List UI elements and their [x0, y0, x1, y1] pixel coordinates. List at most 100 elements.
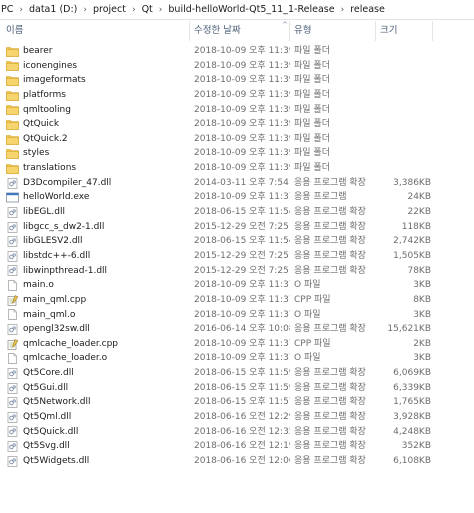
- file-row[interactable]: Qt5Svg.dll 2018-06-16 오전 12:19 응용 프로그램 확…: [0, 439, 474, 454]
- breadcrumb-item[interactable]: release: [349, 4, 386, 15]
- column-header-name[interactable]: 이름: [0, 21, 190, 41]
- file-date: 2018-06-16 오전 12:19: [194, 441, 290, 452]
- file-size: 15,621KB: [387, 324, 431, 335]
- breadcrumb: PC › data1 (D:) › project › Qt › build-helloWorl…: [0, 0, 474, 20]
- file-row[interactable]: imageformats 2018-10-09 오후 11:39 파일 폴더: [0, 73, 474, 88]
- file-name: main_qml.cpp: [23, 294, 87, 305]
- file-name: qmlcache_loader.cpp: [23, 338, 119, 349]
- dll-icon: [6, 368, 19, 379]
- breadcrumb-item[interactable]: data1 (D:): [28, 4, 78, 15]
- file-name: iconengines: [23, 60, 78, 71]
- file-row[interactable]: Qt5Quick.dll 2018-06-16 오전 12:35 응용 프로그램…: [0, 425, 474, 440]
- file-type: 파일 폴더: [294, 75, 330, 86]
- file-type: 파일 폴더: [294, 133, 330, 144]
- file-date: 2018-06-15 오후 11:59: [194, 382, 290, 393]
- file-name-cell: Qt5Widgets.dll: [6, 454, 190, 469]
- breadcrumb-chevron-icon[interactable]: ›: [127, 5, 141, 15]
- file-size: 3KB: [413, 309, 431, 320]
- file-name: Qt5Core.dll: [23, 368, 74, 379]
- breadcrumb-item[interactable]: PC: [0, 4, 14, 15]
- column-header-type[interactable]: 유형: [290, 21, 376, 41]
- file-size: 2KB: [413, 338, 431, 349]
- file-date: 2018-06-15 오후 11:59: [194, 368, 290, 379]
- file-size: 6,339KB: [393, 382, 431, 393]
- file-type: 응용 프로그램 확장: [294, 207, 366, 218]
- file-row[interactable]: helloWorld.exe 2018-10-09 오후 11:37 응용 프로…: [0, 190, 474, 205]
- file-row[interactable]: styles 2018-10-09 오후 11:39 파일 폴더: [0, 146, 474, 161]
- file-date: 2014-03-11 오후 7:54: [194, 177, 289, 188]
- dll-icon: [6, 397, 19, 409]
- file-row[interactable]: QtQuick 2018-10-09 오후 11:39 파일 폴더: [0, 117, 474, 132]
- file-row[interactable]: libGLESV2.dll 2018-06-15 오후 11:54 응용 프로그…: [0, 234, 474, 249]
- file-name-cell: styles: [6, 146, 190, 161]
- file-row[interactable]: main_qml.cpp 2018-10-09 오후 11:37 CPP 파일 …: [0, 293, 474, 308]
- file-size: 2,742KB: [393, 236, 431, 247]
- file-date: 2018-10-09 오후 11:39: [194, 119, 290, 130]
- breadcrumb-chevron-icon[interactable]: ›: [154, 5, 168, 15]
- file-row[interactable]: translations 2018-10-09 오후 11:39 파일 폴더: [0, 161, 474, 176]
- file-type: 파일 폴더: [294, 104, 330, 115]
- breadcrumb-item[interactable]: Qt: [141, 4, 154, 15]
- file-name-cell: qmltooling: [6, 103, 190, 118]
- file-date: 2018-10-09 오후 11:39: [194, 163, 290, 174]
- column-header-date[interactable]: 수정한 날짜 ^: [190, 21, 290, 41]
- file-name: main.o: [23, 280, 54, 291]
- file-type: 응용 프로그램 확장: [294, 426, 366, 437]
- file-name: platforms: [23, 89, 66, 100]
- file-name: QtQuick: [23, 119, 60, 130]
- file-row[interactable]: qmlcache_loader.o 2018-10-09 오후 11:37 O …: [0, 351, 474, 366]
- breadcrumb-item[interactable]: project: [92, 4, 127, 15]
- file-row[interactable]: bearer 2018-10-09 오후 11:39 파일 폴더: [0, 44, 474, 59]
- file-date: 2015-12-29 오전 7:25: [194, 250, 289, 261]
- file-size: 3KB: [413, 280, 431, 291]
- folder-icon: [6, 119, 19, 130]
- file-name-cell: Qt5Network.dll: [6, 395, 190, 410]
- file-row[interactable]: Qt5Widgets.dll 2018-06-16 오전 12:06 응용 프로…: [0, 454, 474, 469]
- folder-icon: [6, 60, 19, 72]
- file-row[interactable]: libEGL.dll 2018-06-15 오후 11:54 응용 프로그램 확…: [0, 205, 474, 220]
- folder-icon: [6, 90, 19, 101]
- breadcrumb-item[interactable]: build-helloWorld-Qt5_11_1-Release: [167, 4, 335, 15]
- file-row[interactable]: qmltooling 2018-10-09 오후 11:39 파일 폴더: [0, 103, 474, 118]
- breadcrumb-chevron-icon[interactable]: ›: [336, 5, 350, 15]
- file-date: 2018-10-09 오후 11:39: [194, 133, 290, 144]
- file-row[interactable]: libgcc_s_dw2-1.dll 2015-12-29 오전 7:25 응용…: [0, 220, 474, 235]
- file-row[interactable]: platforms 2018-10-09 오후 11:39 파일 폴더: [0, 88, 474, 103]
- file-row[interactable]: D3Dcompiler_47.dll 2014-03-11 오후 7:54 응용…: [0, 176, 474, 191]
- file-size: 3,386KB: [393, 177, 431, 188]
- file-row[interactable]: Qt5Network.dll 2018-06-15 오후 11:57 응용 프로…: [0, 395, 474, 410]
- file-row[interactable]: QtQuick.2 2018-10-09 오후 11:39 파일 폴더: [0, 132, 474, 147]
- file-list: bearer 2018-10-09 오후 11:39 파일 폴더 iconeng…: [0, 44, 474, 469]
- dll-icon: [6, 426, 19, 438]
- file-name-cell: Qt5Gui.dll: [6, 381, 190, 396]
- file-row[interactable]: Qt5Gui.dll 2018-06-15 오후 11:59 응용 프로그램 확…: [0, 381, 474, 396]
- file-row[interactable]: opengl32sw.dll 2016-06-14 오후 10:08 응용 프로…: [0, 322, 474, 337]
- breadcrumb-chevron-icon[interactable]: ›: [78, 5, 92, 15]
- dll-icon: [6, 265, 19, 277]
- file-type: 응용 프로그램 확장: [294, 221, 366, 232]
- file-row[interactable]: iconengines 2018-10-09 오후 11:39 파일 폴더: [0, 59, 474, 74]
- file-row[interactable]: libwinpthread-1.dll 2015-12-29 오전 7:25 응…: [0, 264, 474, 279]
- file-name-cell: Qt5Quick.dll: [6, 425, 190, 440]
- file-row[interactable]: main_qml.o 2018-10-09 오후 11:37 O 파일 3KB: [0, 308, 474, 323]
- dll-icon: [6, 207, 19, 218]
- file-size: 352KB: [401, 441, 431, 452]
- file-row[interactable]: main.o 2018-10-09 오후 11:37 O 파일 3KB: [0, 278, 474, 293]
- column-header-size[interactable]: 크기: [376, 21, 433, 41]
- file-name-cell: libEGL.dll: [6, 205, 190, 220]
- file-name: libgcc_s_dw2-1.dll: [23, 221, 105, 232]
- file-name: helloWorld.exe: [23, 192, 90, 203]
- file-name: D3Dcompiler_47.dll: [23, 177, 112, 188]
- file-row[interactable]: Qt5Core.dll 2018-06-15 오후 11:59 응용 프로그램 …: [0, 366, 474, 381]
- file-row[interactable]: Qt5Qml.dll 2018-06-16 오전 12:29 응용 프로그램 확…: [0, 410, 474, 425]
- file-name: main_qml.o: [23, 309, 76, 320]
- file-size: 1,765KB: [393, 397, 431, 408]
- file-date: 2018-10-09 오후 11:37: [194, 353, 290, 364]
- file-row[interactable]: libstdc++-6.dll 2015-12-29 오전 7:25 응용 프로…: [0, 249, 474, 264]
- file-row[interactable]: qmlcache_loader.cpp 2018-10-09 오후 11:37 …: [0, 337, 474, 352]
- breadcrumb-chevron-icon[interactable]: ›: [14, 5, 28, 15]
- file-date: 2018-10-09 오후 11:37: [194, 294, 290, 305]
- file-name-cell: libwinpthread-1.dll: [6, 264, 190, 279]
- dll-icon: [6, 455, 19, 467]
- file-name-cell: imageformats: [6, 73, 190, 88]
